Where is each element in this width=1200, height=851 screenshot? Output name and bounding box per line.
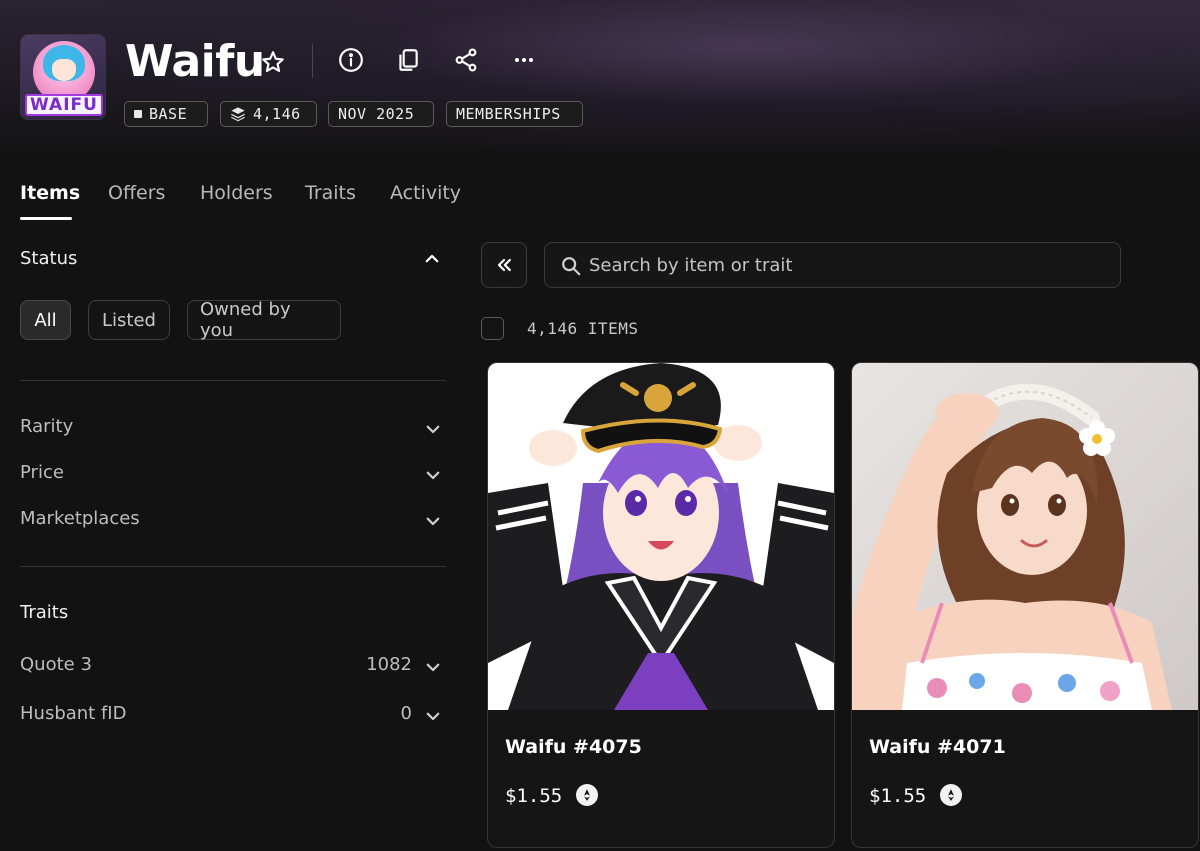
- share-icon[interactable]: [450, 44, 482, 76]
- tab-traits[interactable]: Traits: [305, 182, 356, 204]
- date-badge: NOV 2025: [328, 101, 434, 127]
- chevron-down-icon: [426, 471, 440, 480]
- chevron-down-icon: [426, 425, 440, 434]
- base-token-icon: [940, 784, 962, 806]
- category-label: MEMBERSHIPS: [456, 105, 561, 123]
- chevron-down-icon: [426, 517, 440, 526]
- filter-rarity-label: Rarity: [20, 416, 74, 437]
- item-price: $1.55: [505, 785, 563, 807]
- filter-price[interactable]: Price: [20, 462, 446, 488]
- filter-marketplaces[interactable]: Marketplaces: [20, 508, 446, 534]
- tab-items[interactable]: Items: [20, 182, 80, 204]
- active-tab-indicator: [20, 217, 72, 220]
- filter-price-label: Price: [20, 462, 64, 483]
- search-icon: [562, 257, 581, 276]
- sidebar-divider: [20, 380, 446, 381]
- date-label: NOV 2025: [338, 105, 415, 123]
- supply-label: 4,146: [253, 105, 301, 123]
- status-filter-all[interactable]: All: [20, 300, 71, 340]
- search-box: [544, 242, 1121, 288]
- copy-icon[interactable]: [392, 44, 424, 76]
- chevron-down-icon: [426, 712, 440, 721]
- status-heading: Status: [20, 248, 78, 269]
- collection-logo: WAIFU: [20, 34, 106, 120]
- select-all-checkbox[interactable]: [481, 317, 504, 340]
- sidebar-divider: [20, 566, 446, 567]
- chevron-up-icon[interactable]: [423, 250, 441, 268]
- collection-title: Waifu: [125, 36, 265, 87]
- more-icon[interactable]: [508, 44, 540, 76]
- layers-icon: [231, 107, 245, 122]
- chain-badge[interactable]: BASE: [124, 101, 208, 127]
- item-name: Waifu #4071: [869, 736, 1006, 758]
- item-image: [488, 363, 834, 710]
- item-image: [852, 363, 1198, 710]
- chevron-down-icon: [426, 663, 440, 672]
- info-icon[interactable]: [335, 44, 367, 76]
- filter-marketplaces-label: Marketplaces: [20, 508, 140, 529]
- filter-rarity[interactable]: Rarity: [20, 416, 446, 442]
- item-price: $1.55: [869, 785, 927, 807]
- trait-label: Husbant fID: [20, 703, 127, 724]
- trait-label: Quote 3: [20, 654, 92, 675]
- chain-label: BASE: [149, 105, 188, 123]
- base-chain-icon: [134, 110, 142, 118]
- collapse-sidebar-button[interactable]: [481, 242, 527, 288]
- items-count: 4,146 ITEMS: [527, 319, 639, 338]
- header-divider: [312, 44, 313, 78]
- item-name: Waifu #4075: [505, 736, 642, 758]
- double-chevron-left-icon: [497, 258, 511, 272]
- trait-husbant-fid[interactable]: Husbant fID 0: [20, 703, 446, 729]
- supply-badge: 4,146: [220, 101, 317, 127]
- trait-quote-3[interactable]: Quote 3 1082: [20, 654, 446, 680]
- status-filter-owned[interactable]: Owned by you: [187, 299, 341, 341]
- trait-count: 0: [400, 703, 412, 724]
- tab-offers[interactable]: Offers: [108, 182, 165, 204]
- search-input[interactable]: [589, 243, 1109, 287]
- status-filter-listed[interactable]: Listed: [88, 300, 170, 340]
- traits-heading: Traits: [20, 602, 69, 623]
- star-icon[interactable]: [257, 46, 289, 78]
- base-token-icon: [576, 784, 598, 806]
- tab-activity[interactable]: Activity: [390, 182, 461, 204]
- item-card[interactable]: Waifu #4075 $1.55: [487, 362, 835, 848]
- trait-count: 1082: [366, 654, 412, 675]
- collection-logo-text: WAIFU: [25, 94, 103, 116]
- item-card[interactable]: Waifu #4071 $1.55: [851, 362, 1199, 848]
- category-badge[interactable]: MEMBERSHIPS: [446, 101, 583, 127]
- tab-holders[interactable]: Holders: [200, 182, 273, 204]
